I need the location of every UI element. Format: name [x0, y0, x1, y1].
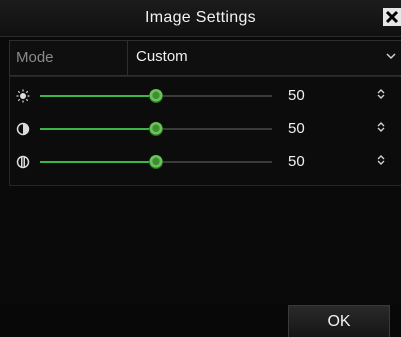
saturation-slider-fill	[40, 161, 156, 163]
mode-divider	[127, 41, 128, 75]
saturation-spinner-icon[interactable]	[376, 154, 386, 169]
brightness-icon	[16, 89, 30, 103]
contrast-slider-thumb[interactable]	[149, 122, 163, 136]
mode-select[interactable]: Custom	[136, 48, 188, 65]
brightness-spinner-icon[interactable]	[376, 88, 386, 103]
adjustment-panel: 50 50 50	[9, 76, 401, 186]
mode-label: Mode	[16, 49, 54, 66]
contrast-icon	[16, 122, 30, 136]
contrast-spinner-icon[interactable]	[376, 121, 386, 136]
saturation-icon	[16, 155, 30, 169]
brightness-slider-thumb[interactable]	[149, 89, 163, 103]
chevron-down-icon-glyph	[386, 53, 396, 60]
contrast-row: 50	[10, 112, 401, 146]
brightness-slider[interactable]	[40, 89, 272, 103]
contrast-slider-fill	[40, 128, 156, 130]
close-icon[interactable]	[383, 8, 401, 26]
saturation-row: 50	[10, 145, 401, 179]
brightness-slider-fill	[40, 95, 156, 97]
saturation-slider-thumb[interactable]	[149, 155, 163, 169]
dialog-titlebar: Image Settings	[0, 0, 401, 37]
contrast-slider[interactable]	[40, 122, 272, 136]
brightness-value: 50	[288, 87, 305, 104]
saturation-slider[interactable]	[40, 155, 272, 169]
ok-button[interactable]: OK	[288, 305, 390, 337]
mode-row: Mode Custom	[9, 40, 401, 76]
brightness-row: 50	[10, 79, 401, 113]
close-icon-glyph	[385, 10, 399, 24]
saturation-value: 50	[288, 153, 305, 170]
chevron-down-icon[interactable]	[386, 51, 396, 63]
contrast-value: 50	[288, 120, 305, 137]
dialog-title: Image Settings	[145, 9, 256, 26]
